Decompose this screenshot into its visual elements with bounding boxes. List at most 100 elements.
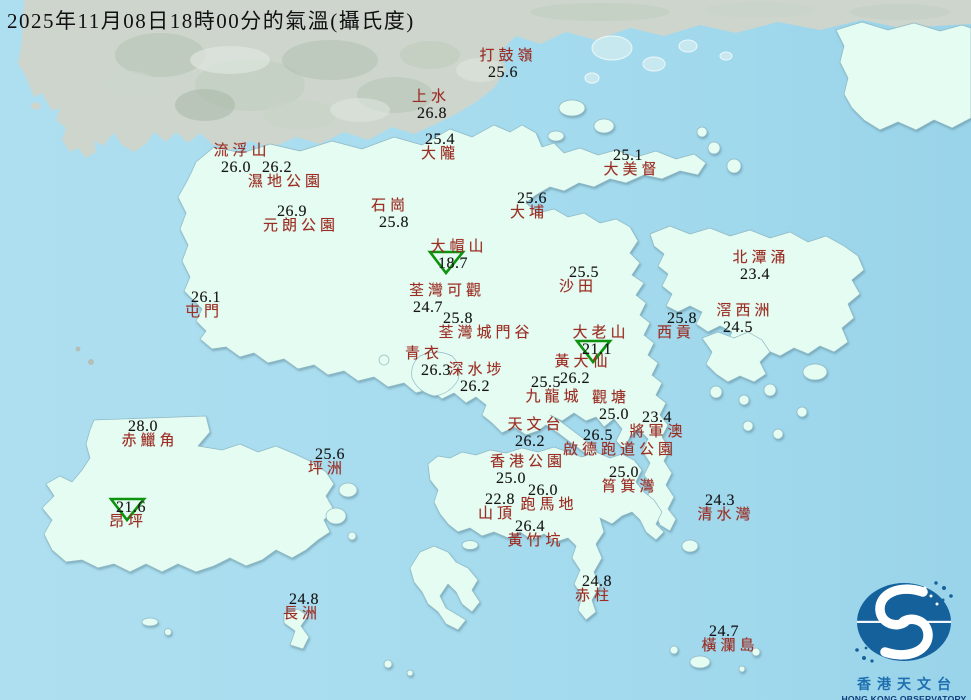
station: 25.6坪洲 — [308, 447, 346, 478]
stations-layer: 打鼓嶺25.6上水26.825.4大隴流浮山26.026.2濕地公園26.9元朗… — [0, 0, 971, 700]
station-value: 25.5 — [517, 375, 574, 391]
station-label: 石崗 — [371, 199, 409, 215]
station: 滘西洲24.5 — [716, 304, 773, 335]
station-label: 北潭涌 — [732, 251, 789, 267]
station: 21.6昂坪 — [109, 500, 147, 531]
station: 26.9元朗公園 — [263, 204, 339, 235]
station: 24.8長洲 — [283, 592, 321, 623]
hko-name-chinese: 香港天文台 — [838, 674, 970, 694]
temperature-map-screen: 打鼓嶺25.6上水26.825.4大隴流浮山26.026.2濕地公園26.9元朗… — [0, 0, 971, 700]
station-value: 26.4 — [501, 519, 558, 535]
station-value: 26.1 — [187, 290, 225, 306]
station-value: 26.2 — [239, 160, 315, 176]
station-label: 大帽山 — [430, 240, 487, 256]
station-label: 大隴 — [421, 147, 459, 163]
station: 26.1屯門 — [185, 290, 223, 321]
station-label: 昂坪 — [109, 515, 147, 531]
station: 深水埗26.2 — [448, 363, 505, 394]
station: 26.2濕地公園 — [248, 160, 324, 191]
station: 青衣26.3 — [405, 347, 443, 378]
station: 上水26.8 — [412, 90, 450, 121]
station-label: 大老山 — [572, 326, 629, 342]
station-label: 元朗公園 — [263, 219, 339, 235]
station: 大老山21.1 — [572, 326, 629, 357]
station-label: 深水埗 — [448, 363, 505, 379]
station-value: 24.8 — [578, 574, 616, 590]
station: 28.0赤鱲角 — [121, 419, 178, 450]
station-label: 香港公園 — [490, 455, 566, 471]
station-label: 黃竹坑 — [507, 534, 564, 550]
station-label: 荃灣可觀 — [409, 284, 485, 300]
station: 25.1大美督 — [603, 148, 660, 179]
station-label: 大美督 — [603, 163, 660, 179]
station-value: 26.2 — [446, 379, 503, 395]
station: 25.8荃灣城門谷 — [438, 311, 533, 342]
station: 25.6大埔 — [510, 191, 548, 222]
station-value: 25.8 — [375, 215, 413, 231]
station-label: 屯門 — [185, 305, 223, 321]
station: 25.0筲箕灣 — [601, 465, 658, 496]
station-value: 22.8 — [481, 492, 519, 508]
station-label: 坪洲 — [308, 462, 346, 478]
station-value: 24.7 — [695, 624, 752, 640]
station: 26.5啟德跑道公園 — [563, 428, 677, 459]
station-value: 25.6 — [474, 65, 531, 81]
station-value: 26.8 — [413, 106, 451, 122]
station-label: 濕地公園 — [248, 175, 324, 191]
station-label: 打鼓嶺 — [479, 49, 536, 65]
station-label: 啟德跑道公園 — [563, 443, 677, 459]
station-label: 長洲 — [283, 607, 321, 623]
station: 25.5九龍城 — [525, 375, 582, 406]
station: 打鼓嶺25.6 — [479, 49, 536, 80]
station-value: 23.4 — [628, 410, 685, 426]
station-label: 赤柱 — [575, 589, 613, 605]
station-label: 大埔 — [510, 206, 548, 222]
map-title: 2025年11月08日18時00分的氣溫(攝氏度) — [7, 5, 415, 35]
hko-logo: 香港天文台 HONG KONG OBSERVATORY — [838, 572, 970, 698]
station-label: 上水 — [412, 90, 450, 106]
station: 25.4大隴 — [421, 132, 459, 163]
station: 大帽山18.7 — [430, 240, 487, 271]
station: 25.5沙田 — [559, 265, 597, 296]
station: 石崗25.8 — [371, 199, 409, 230]
hko-name-english: HONG KONG OBSERVATORY — [838, 694, 970, 700]
station-label: 觀塘 — [592, 391, 630, 407]
station-label: 滘西洲 — [716, 304, 773, 320]
station-value: 25.0 — [595, 465, 652, 481]
station: 觀塘25.0 — [592, 391, 630, 422]
station-label: 赤鱲角 — [121, 434, 178, 450]
station: 26.0跑馬地 — [520, 483, 577, 514]
station-label: 沙田 — [559, 280, 597, 296]
station-label: 流浮山 — [213, 144, 270, 160]
station-value: 21.6 — [112, 500, 150, 516]
station-value: 24.5 — [709, 320, 766, 336]
station-label: 跑馬地 — [520, 498, 577, 514]
station-value: 25.0 — [595, 407, 633, 423]
station-value: 26.5 — [541, 428, 655, 444]
station: 北潭涌23.4 — [732, 251, 789, 282]
station-label: 九龍城 — [525, 390, 582, 406]
station: 24.8赤柱 — [575, 574, 613, 605]
station-label: 橫瀾島 — [701, 639, 758, 655]
station: 24.3清水灣 — [697, 493, 754, 524]
station-value: 25.8 — [663, 311, 701, 327]
station-value: 26.0 — [514, 483, 571, 499]
station-label: 清水灣 — [697, 508, 754, 524]
station-label: 西貢 — [657, 326, 695, 342]
station-label: 筲箕灣 — [601, 480, 658, 496]
station-value: 25.5 — [565, 265, 603, 281]
station-value: 24.8 — [285, 592, 323, 608]
station-value: 25.1 — [599, 148, 656, 164]
station-label: 荃灣城門谷 — [438, 326, 533, 342]
station: 25.8西貢 — [657, 311, 695, 342]
station-label: 青衣 — [405, 347, 443, 363]
station-value: 25.8 — [410, 311, 505, 327]
station-value: 26.9 — [254, 204, 330, 220]
station-value: 23.4 — [726, 267, 783, 283]
station: 24.7橫瀾島 — [701, 624, 758, 655]
station-value: 25.6 — [513, 191, 551, 207]
station-value: 24.3 — [691, 493, 748, 509]
station-value: 25.4 — [421, 132, 459, 148]
station-value: 18.7 — [424, 256, 481, 272]
station-value: 28.0 — [114, 419, 171, 435]
